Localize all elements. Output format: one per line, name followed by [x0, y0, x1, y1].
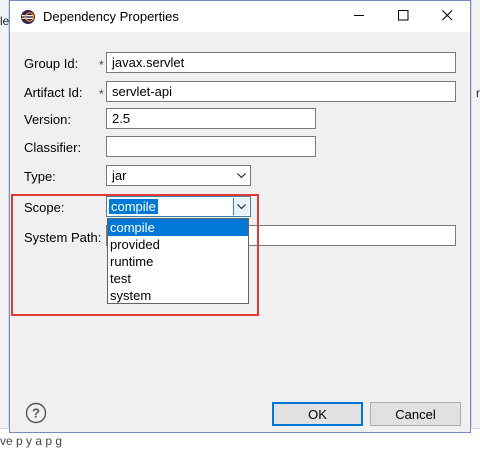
artifact-id-label: Artifact Id: — [24, 85, 83, 100]
required-marker: * — [99, 58, 104, 72]
version-label: Version: — [24, 112, 71, 127]
cancel-button[interactable]: Cancel — [370, 402, 461, 426]
version-field[interactable]: 2.5 — [106, 108, 316, 129]
type-select[interactable]: jar — [106, 165, 251, 186]
classifier-field[interactable] — [106, 136, 316, 157]
maximize-icon — [397, 9, 409, 24]
dialog-title: Dependency Properties — [43, 9, 179, 24]
background-left-strip — [0, 0, 9, 450]
background-text-fragment: le — [0, 14, 10, 28]
background-text-fragment: r — [476, 86, 480, 100]
minimize-button[interactable] — [337, 1, 381, 32]
background-right-strip — [471, 0, 480, 450]
close-icon — [441, 9, 453, 24]
minimize-icon — [353, 9, 365, 24]
maximize-button[interactable] — [381, 1, 425, 32]
eclipse-icon — [20, 9, 36, 25]
classifier-label: Classifier: — [24, 140, 82, 155]
help-icon[interactable]: ? — [25, 402, 47, 424]
annotation-highlight-box — [11, 194, 259, 316]
group-id-field[interactable]: javax.servlet — [106, 52, 456, 73]
close-button[interactable] — [425, 1, 469, 32]
ok-button[interactable]: OK — [272, 402, 363, 426]
chevron-down-icon[interactable] — [234, 167, 249, 184]
artifact-id-field[interactable]: servlet-api — [106, 81, 456, 102]
type-label: Type: — [24, 169, 56, 184]
svg-text:?: ? — [32, 406, 40, 421]
background-text-fragment: ve p y a p g — [0, 434, 63, 448]
group-id-label: Group Id: — [24, 56, 79, 71]
title-bar[interactable]: Dependency Properties — [10, 1, 470, 32]
type-select-value: jar — [112, 168, 127, 183]
required-marker: * — [99, 87, 104, 101]
